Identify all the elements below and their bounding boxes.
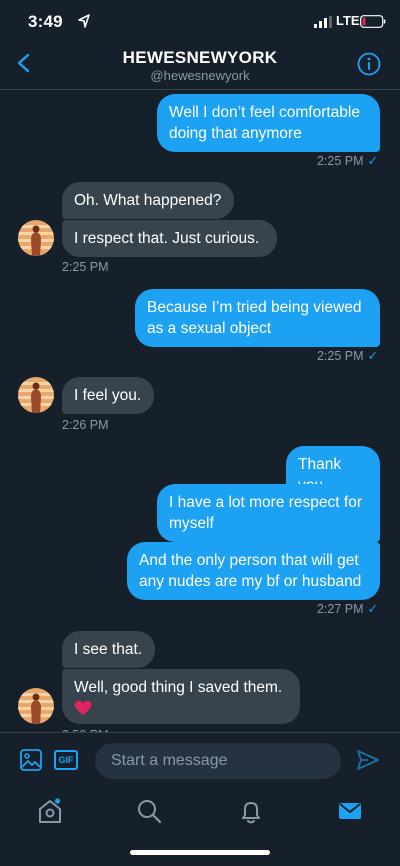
search-icon[interactable] [134, 796, 164, 826]
status-bar: 3:49 LTE [0, 0, 400, 44]
notifications-icon[interactable] [236, 796, 266, 826]
home-indicator [130, 850, 270, 855]
location-arrow-icon [78, 14, 90, 28]
outgoing-message[interactable]: Because I’m tried being viewed as a sexu… [135, 289, 380, 347]
status-time: 3:49 [28, 12, 63, 31]
message-timestamp: 2:27 PM ✓ [316, 602, 378, 616]
conversation-handle: @hewesnewyork [150, 68, 250, 83]
image-icon[interactable] [20, 749, 42, 771]
conversation-header: HEWESNEWYORK @hewesnewyork [0, 44, 400, 90]
message-composer: GIF [0, 732, 400, 788]
avatar[interactable] [18, 220, 54, 256]
outgoing-message[interactable]: And the only person that will get any nu… [127, 542, 380, 600]
messages-icon[interactable] [335, 796, 365, 826]
network-type: LTE [336, 13, 360, 28]
incoming-message[interactable]: I feel you. [62, 377, 154, 414]
outgoing-message[interactable]: Well I don’t feel comfortable doing that… [157, 94, 380, 152]
read-check-icon: ✓ [367, 349, 378, 363]
battery-icon [360, 15, 386, 28]
message-timestamp: 2:25 PM ✓ [316, 154, 378, 168]
message-timestamp: 2:25 PM [62, 260, 109, 274]
message-timestamp: 2:25 PM ✓ [316, 349, 378, 363]
tab-bar [0, 788, 400, 866]
message-timestamp: 2:26 PM [62, 418, 109, 432]
send-icon[interactable] [356, 749, 380, 771]
read-check-icon: ✓ [367, 602, 378, 616]
gif-icon[interactable]: GIF [54, 750, 78, 770]
heart-emoji-icon [74, 700, 92, 715]
incoming-message[interactable]: I see that. [62, 631, 155, 668]
incoming-message[interactable]: I respect that. Just curious. [62, 220, 277, 257]
incoming-message[interactable]: Well, good thing I saved them. [62, 669, 300, 724]
outgoing-message[interactable]: I have a lot more respect for myself [157, 484, 380, 542]
message-input[interactable] [95, 743, 341, 779]
avatar[interactable] [18, 377, 54, 413]
conversation-title[interactable]: HEWESNEWYORK [0, 48, 400, 68]
incoming-message[interactable]: Oh. What happened? [62, 182, 234, 219]
home-icon[interactable] [35, 796, 65, 826]
info-icon[interactable] [357, 52, 381, 76]
read-check-icon: ✓ [367, 154, 378, 168]
signal-icon [314, 16, 332, 28]
avatar[interactable] [18, 688, 54, 724]
